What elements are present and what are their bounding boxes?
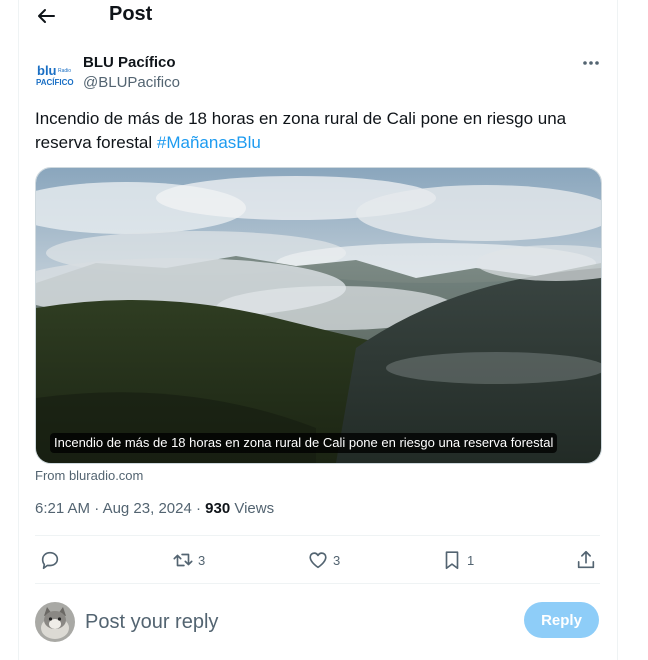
bookmark-count: 1 xyxy=(467,552,475,568)
blu-pacifico-logo: blu Radio PACÍFICO xyxy=(34,58,74,98)
more-dots-icon xyxy=(583,61,599,65)
reply-submit-button[interactable]: Reply xyxy=(524,602,599,638)
media-card[interactable]: Incendio de más de 18 horas en zona rura… xyxy=(35,167,602,464)
views-count: 930 xyxy=(205,500,231,517)
meta-separator: · xyxy=(195,500,201,517)
svg-text:PACÍFICO: PACÍFICO xyxy=(36,78,74,87)
divider xyxy=(35,583,600,584)
reply-icon xyxy=(41,551,59,570)
cat-avatar-image xyxy=(35,602,75,642)
retweet-count: 3 xyxy=(198,552,206,568)
more-options-button[interactable] xyxy=(580,54,602,72)
back-button[interactable] xyxy=(34,3,60,29)
share-button[interactable] xyxy=(575,542,597,578)
retweet-icon xyxy=(173,553,193,567)
post-header: Post xyxy=(18,0,617,32)
left-column-border xyxy=(18,0,19,660)
share-icon xyxy=(577,550,595,569)
bookmark-button[interactable]: 1 xyxy=(441,542,474,578)
author-handle[interactable]: @BLUPacifico xyxy=(83,74,180,91)
like-count: 3 xyxy=(333,552,341,568)
post-metadata: 6:21 AM · Aug 23, 2024 · 930 Views xyxy=(35,500,274,517)
bookmark-icon xyxy=(445,551,459,570)
author-avatar[interactable]: blu Radio PACÍFICO xyxy=(34,58,74,98)
link-source[interactable]: From bluradio.com xyxy=(35,468,143,483)
retweet-button[interactable]: 3 xyxy=(172,542,205,578)
post-date[interactable]: Aug 23, 2024 xyxy=(103,500,192,517)
author-display-name[interactable]: BLU Pacífico xyxy=(83,54,176,71)
wildfire-landscape-photo xyxy=(36,168,601,463)
svg-text:blu: blu xyxy=(37,63,57,78)
svg-text:Radio: Radio xyxy=(58,68,71,74)
like-button[interactable]: 3 xyxy=(307,542,340,578)
hashtag-link[interactable]: #MañanasBlu xyxy=(157,133,261,152)
page-title: Post xyxy=(109,3,153,25)
reply-button[interactable] xyxy=(39,542,61,578)
post-time[interactable]: 6:21 AM xyxy=(35,500,90,517)
right-column-border xyxy=(617,0,618,660)
current-user-avatar[interactable] xyxy=(35,602,75,642)
divider xyxy=(35,535,600,536)
media-caption: Incendio de más de 18 horas en zona rura… xyxy=(50,433,558,453)
meta-separator: · xyxy=(94,500,100,517)
tweet-text: Incendio de más de 18 horas en zona rura… xyxy=(35,107,595,155)
action-bar: 3 3 1 xyxy=(35,542,600,578)
tweet-body: Incendio de más de 18 horas en zona rura… xyxy=(35,109,567,152)
reply-input[interactable] xyxy=(85,607,505,637)
arrow-left-icon xyxy=(38,9,55,23)
views-label: Views xyxy=(234,500,275,517)
heart-icon xyxy=(309,552,327,569)
